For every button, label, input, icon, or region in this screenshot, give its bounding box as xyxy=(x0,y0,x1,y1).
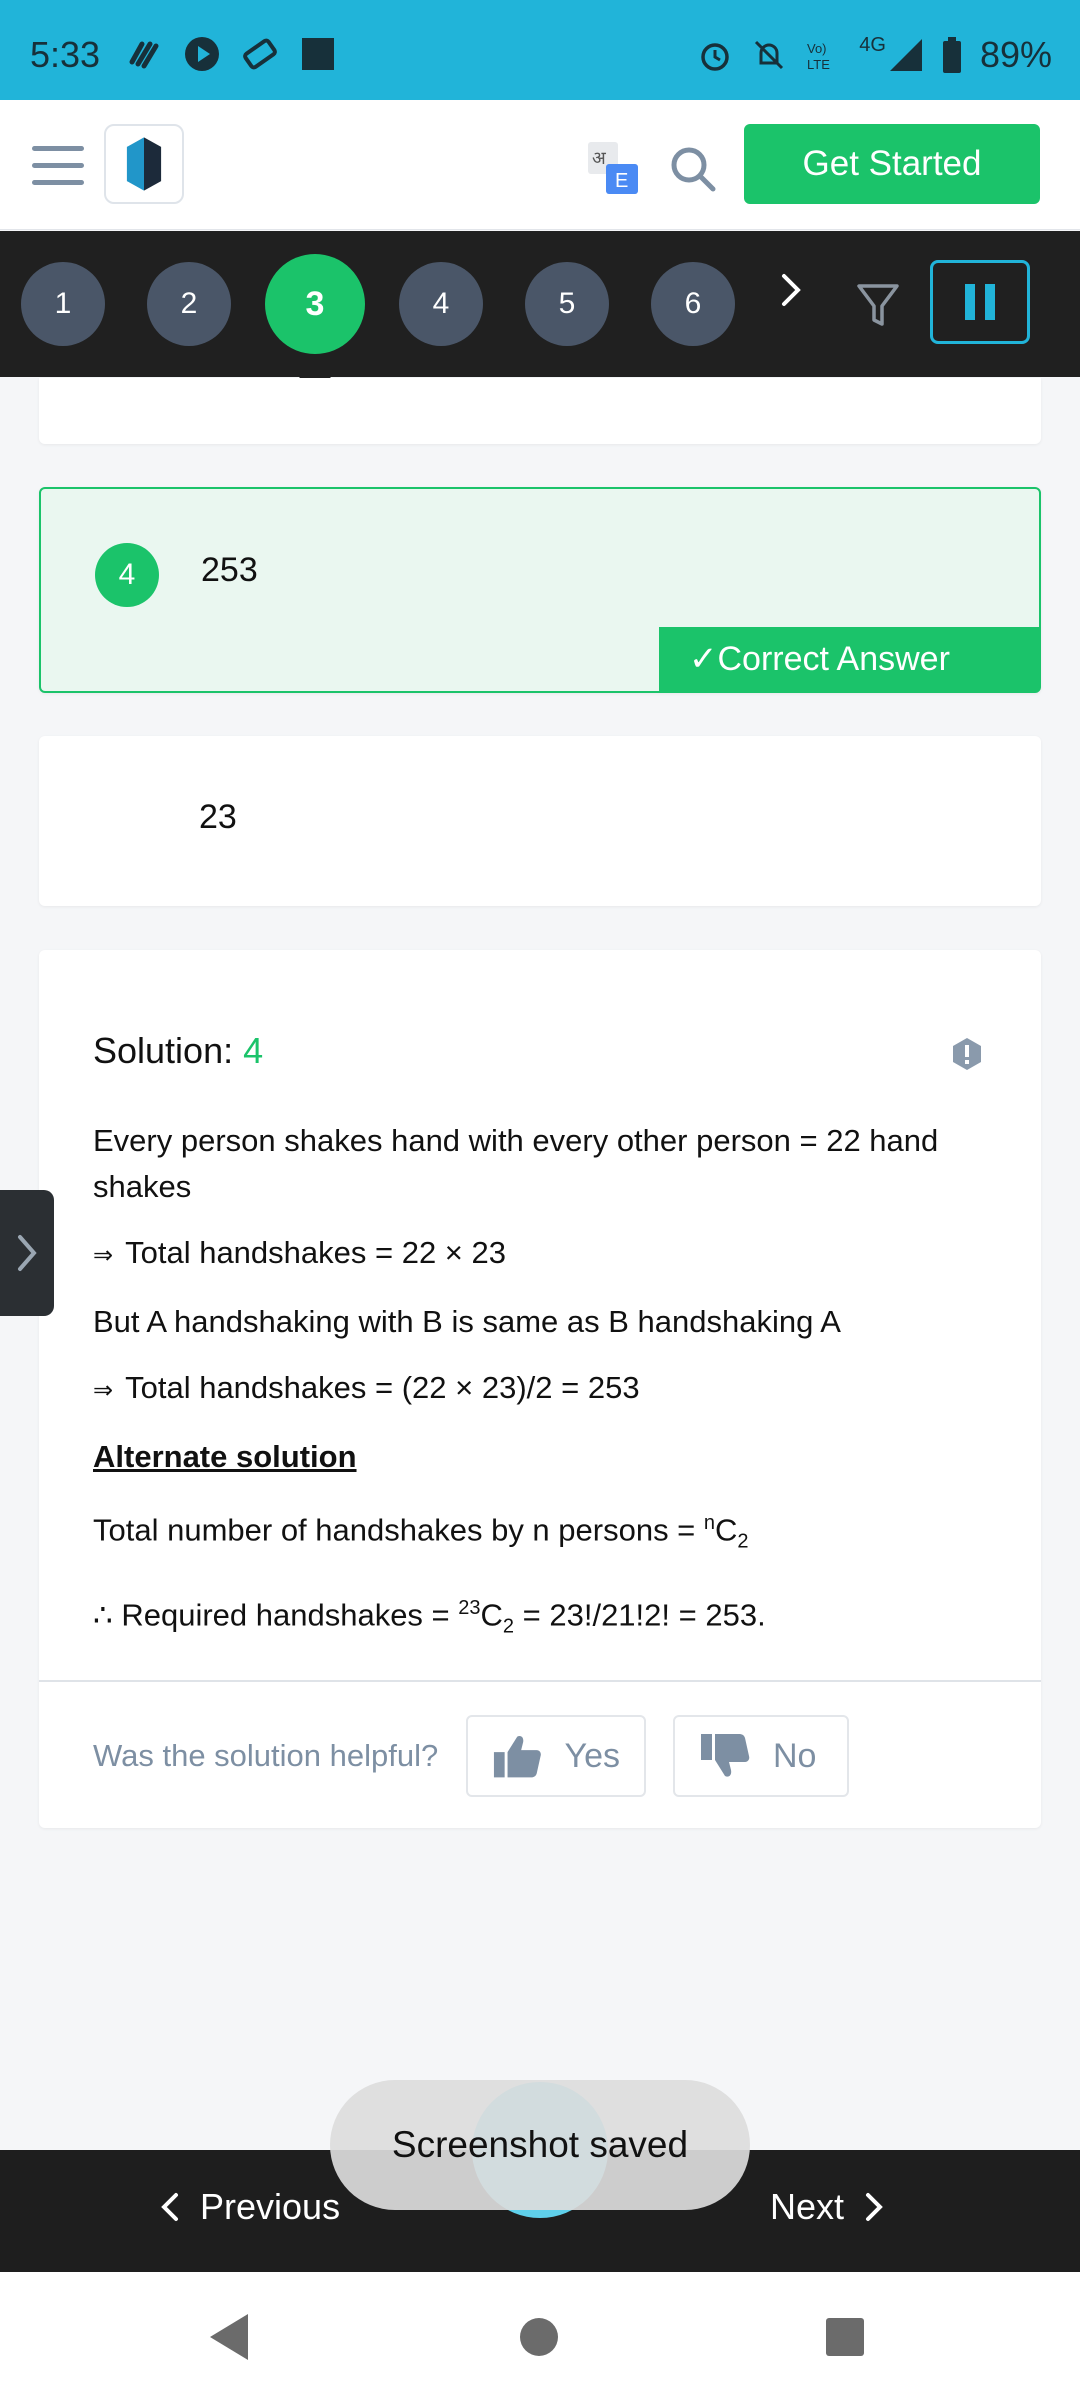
volte-icon: Vo)LTE xyxy=(807,41,830,72)
question-bubble-3[interactable]: 3 xyxy=(265,254,365,354)
previous-button[interactable]: Previous xyxy=(160,2186,340,2228)
solution-title: Solution: 4 xyxy=(93,1030,263,1072)
alarm-icon xyxy=(701,43,729,71)
pause-icon-bar xyxy=(965,284,975,320)
question-navigator: 1 2 3 4 5 6 xyxy=(0,231,1080,393)
status-time: 5:33 xyxy=(30,34,101,75)
bell-off-icon xyxy=(755,40,784,70)
status-right-icons: Vo) LTE 4G 89% xyxy=(697,34,1052,76)
solution-line-text: Total number of handshakes by n persons … xyxy=(93,1512,704,1548)
combination-symbol: C xyxy=(480,1596,503,1632)
question-bubble-5[interactable]: 5 xyxy=(525,262,609,346)
chevron-right-icon xyxy=(18,1235,37,1271)
menu-icon[interactable] xyxy=(32,146,84,186)
helpful-no-button[interactable]: No xyxy=(673,1715,849,1797)
solution-label: Solution: xyxy=(93,1030,234,1071)
solution-line-text: Total handshakes = (22 × 23)/2 = 253 xyxy=(125,1370,640,1405)
signal-icon xyxy=(889,39,922,71)
solution-line-text: ∴ Required handshakes = xyxy=(93,1596,459,1632)
helpful-no-label: No xyxy=(773,1736,817,1775)
svg-text:LTE: LTE xyxy=(807,57,830,72)
status-bar: 5:33 Vo) LTE 4G 89% xyxy=(0,0,1080,100)
thumbs-up-icon xyxy=(493,1735,541,1778)
notification-icons xyxy=(126,36,336,72)
implies-symbol: ⇒ xyxy=(93,1377,114,1404)
solution-line: Total number of handshakes by n persons … xyxy=(93,1500,993,1565)
helpful-yes-button[interactable]: Yes xyxy=(466,1715,646,1797)
option-card-previous[interactable] xyxy=(39,378,1041,444)
app-header: अ E Get Started xyxy=(0,100,1080,230)
square-icon xyxy=(302,38,334,70)
implies-symbol: ⇒ xyxy=(93,1242,114,1269)
back-icon[interactable] xyxy=(208,2312,252,2362)
question-bubble-2[interactable]: 2 xyxy=(147,262,231,346)
solution-line: ∴ Required handshakes = 23C2 = 23!/21!2!… xyxy=(93,1585,993,1650)
get-started-button[interactable]: Get Started xyxy=(744,124,1040,204)
side-drawer-toggle[interactable] xyxy=(0,1190,54,1316)
subscript: 2 xyxy=(737,1530,749,1553)
network-type: 4G xyxy=(859,33,886,56)
next-button[interactable]: Next xyxy=(770,2186,884,2228)
next-label: Next xyxy=(770,2186,845,2227)
alternate-solution-heading: Alternate solution xyxy=(93,1439,357,1474)
solution-line: ⇒ Total handshakes = 22 × 23 xyxy=(93,1230,993,1279)
previous-label: Previous xyxy=(200,2186,341,2227)
toast-message: Screenshot saved xyxy=(330,2080,750,2210)
search-icon[interactable] xyxy=(670,146,716,192)
question-bubble-4[interactable]: 4 xyxy=(399,262,483,346)
superscript: 23 xyxy=(458,1596,481,1619)
recent-apps-icon[interactable] xyxy=(826,2318,864,2356)
thumbs-down-icon xyxy=(701,1734,750,1777)
logo-icon xyxy=(126,137,162,191)
combination-symbol: C xyxy=(715,1512,738,1548)
option-card-correct[interactable]: 4 253 ✓Correct Answer xyxy=(39,487,1041,693)
solution-line: Every person shakes hand with every othe… xyxy=(93,1123,939,1204)
option-text: 253 xyxy=(201,551,258,589)
battery-icon xyxy=(942,37,961,73)
solution-card: Solution: 4 Every person shakes hand wit… xyxy=(39,950,1041,1828)
solution-body: Every person shakes hand with every othe… xyxy=(93,1118,993,1669)
gesture-icon xyxy=(129,41,159,69)
question-bubble-1[interactable]: 1 xyxy=(21,262,105,346)
helpful-question: Was the solution helpful? xyxy=(93,1738,439,1773)
filter-icon[interactable] xyxy=(856,282,900,330)
solution-line-text: Total handshakes = 22 × 23 xyxy=(125,1235,507,1270)
battery-level: 89% xyxy=(979,34,1052,75)
divider xyxy=(39,1680,1041,1682)
app-logo[interactable] xyxy=(104,124,184,204)
chevron-right-icon[interactable] xyxy=(776,270,806,310)
solution-line-text: = 23!/21!2! = 253. xyxy=(514,1596,766,1632)
solution-line: But A handshaking with B is same as B ha… xyxy=(93,1304,841,1339)
ticket-icon xyxy=(243,38,277,70)
play-icon xyxy=(185,37,219,71)
pause-icon-bar xyxy=(985,284,995,320)
option-text: 23 xyxy=(199,798,237,836)
subscript: 2 xyxy=(502,1615,515,1638)
translate-english-glyph: E xyxy=(615,170,628,192)
correct-answer-tag: ✓Correct Answer xyxy=(659,627,1039,691)
solution-line: ⇒ Total handshakes = (22 × 23)/2 = 253 xyxy=(93,1365,993,1414)
translate-hindi-glyph: अ xyxy=(592,148,607,169)
home-icon[interactable] xyxy=(520,2318,558,2356)
solution-answer: 4 xyxy=(243,1030,264,1071)
translate-icon[interactable]: अ E xyxy=(586,140,642,196)
report-issue-icon[interactable] xyxy=(949,1036,985,1072)
helpful-yes-label: Yes xyxy=(564,1736,620,1775)
option-number-badge: 4 xyxy=(95,543,159,607)
option-card[interactable]: 23 xyxy=(39,736,1041,906)
system-navigation-bar xyxy=(0,2272,1080,2400)
superscript: n xyxy=(703,1512,716,1534)
chevron-left-icon xyxy=(161,2193,178,2221)
pause-button[interactable] xyxy=(930,260,1030,344)
chevron-right-icon xyxy=(866,2193,883,2221)
question-bubble-6[interactable]: 6 xyxy=(651,262,735,346)
svg-text:Vo): Vo) xyxy=(807,41,827,56)
